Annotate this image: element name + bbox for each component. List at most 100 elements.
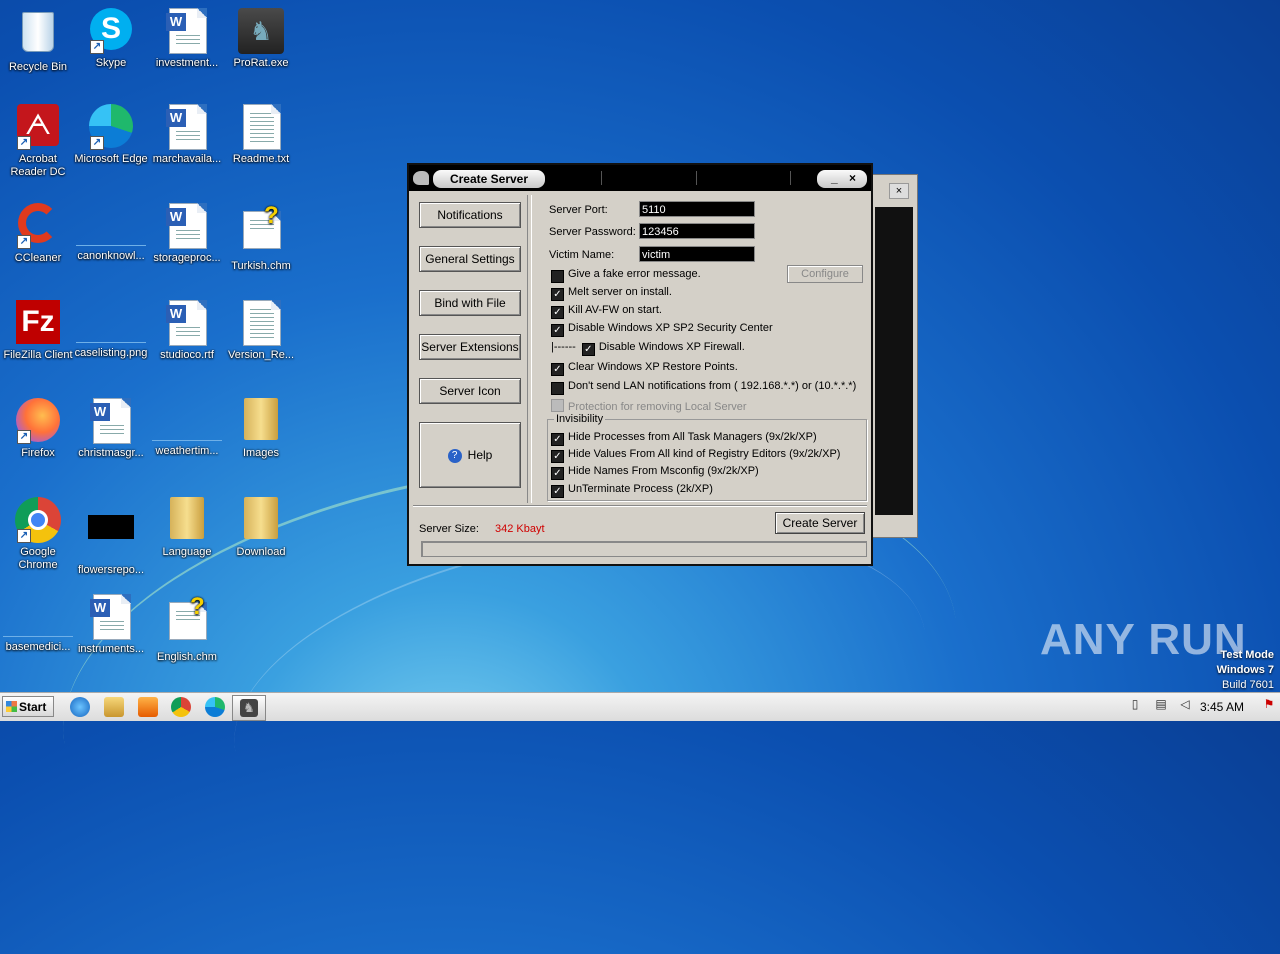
clock[interactable]: 3:45 AM — [1200, 700, 1244, 714]
file-thumbnail-icon — [76, 221, 146, 246]
chrome-taskbar-icon[interactable] — [171, 697, 191, 717]
kill-av-fw-checkbox[interactable]: ✓ Kill AV-FW on start. — [551, 304, 662, 319]
configure-button[interactable]: Configure — [787, 265, 863, 283]
desktop-icon-investment[interactable]: W investment... — [149, 8, 225, 70]
desktop-icon-images[interactable]: Images — [223, 398, 299, 460]
desktop-icon-version-re[interactable]: Version_Re... — [223, 300, 299, 362]
background-window[interactable]: × — [868, 174, 918, 538]
desktop-icon-turkish-chm[interactable]: ? Turkish.chm — [223, 203, 299, 273]
desktop-icon-prorat[interactable]: ♞ ProRat.exe — [223, 8, 299, 70]
desktop-icon-english-chm[interactable]: ? English.chm — [149, 594, 225, 664]
desktop-icon-download[interactable]: Download — [223, 497, 299, 559]
checkbox-box: ✓ — [551, 382, 564, 395]
desktop-icon-language[interactable]: Language — [149, 497, 225, 559]
desktop-icon-recycle-bin[interactable]: Recycle Bin — [0, 8, 76, 74]
taskbar: Start ♞ ▯ ▤ ◁ 3:45 AM ⚑ — [0, 692, 1280, 721]
disable-firewall-checkbox[interactable]: |------ ✓ Disable Windows XP Firewall. — [551, 341, 745, 356]
desktop-icon-storageproc[interactable]: W storageproc... — [149, 203, 225, 265]
file-thumbnail-icon — [76, 318, 146, 343]
folder-icon — [238, 497, 284, 543]
help-icon: ? — [447, 448, 462, 463]
edge-icon: ↗ — [88, 104, 134, 150]
checkbox-box: ✓ — [551, 433, 564, 446]
acrobat-icon: ᗅ ↗ — [15, 104, 61, 150]
desktop-icon-studioco[interactable]: W studioco.rtf — [149, 300, 225, 362]
checkbox-box: ✓ — [551, 450, 564, 463]
word-document-icon: W — [164, 104, 210, 150]
file-explorer-icon[interactable] — [104, 697, 124, 717]
checkbox-box: ✓ — [551, 270, 564, 283]
server-icon-button[interactable]: Server Icon — [419, 378, 521, 404]
desktop-icon-canonknowl[interactable]: canonknowl... — [73, 203, 149, 263]
lan-notifications-checkbox[interactable]: ✓ Don't send LAN notifications from ( 192… — [551, 380, 856, 395]
hide-processes-checkbox[interactable]: ✓ Hide Processes from All Task Managers (… — [551, 431, 817, 446]
desktop-icon-acrobat[interactable]: ᗅ ↗ Acrobat Reader DC — [0, 104, 76, 179]
desktop-icon-basemedici[interactable]: basemedici... — [0, 594, 76, 654]
notifications-button[interactable]: Notifications — [419, 202, 521, 228]
bind-with-file-button[interactable]: Bind with File — [419, 290, 521, 316]
close-icon[interactable]: × — [889, 183, 909, 199]
text-file-icon — [238, 300, 284, 346]
desktop-icon-flowersrepo[interactable]: flowersrepo... — [73, 497, 149, 577]
checkbox-box: ✓ — [581, 343, 595, 356]
word-document-icon: W — [88, 594, 134, 640]
fake-error-checkbox[interactable]: ✓ Give a fake error message. — [551, 268, 701, 283]
title-bar[interactable]: Create Server _ × — [409, 165, 871, 191]
prorat-taskbar-icon: ♞ — [240, 699, 258, 717]
firefox-icon: ↗ — [15, 398, 61, 444]
filezilla-icon: Fz — [15, 300, 61, 346]
start-button[interactable]: Start — [2, 696, 54, 717]
protection-removing-checkbox[interactable]: Protection for removing Local Server — [551, 399, 747, 413]
desktop-icon-chrome[interactable]: ↗ Google Chrome — [0, 497, 76, 572]
checkbox-box: ✓ — [551, 288, 564, 301]
help-file-icon: ? — [164, 595, 210, 648]
desktop-icon-marchavaila[interactable]: W marchavaila... — [149, 104, 225, 166]
window-controls: _ × — [817, 170, 867, 188]
desktop-icon-firefox[interactable]: ↗ Firefox — [0, 398, 76, 460]
file-thumbnail-icon — [3, 612, 73, 637]
server-port-input[interactable]: 5110 — [639, 201, 755, 217]
create-server-button[interactable]: Create Server — [775, 512, 865, 534]
network-icon[interactable]: ▤ — [1154, 697, 1168, 713]
hide-msconfig-names-checkbox[interactable]: ✓ Hide Names From Msconfig (9x/2k/XP) — [551, 465, 759, 480]
checkbox-box: ✓ — [551, 363, 564, 376]
word-document-icon: W — [164, 300, 210, 346]
skype-icon: S ↗ — [88, 8, 134, 54]
edge-taskbar-icon[interactable] — [205, 697, 225, 717]
horizontal-divider — [413, 505, 867, 507]
help-file-icon: ? — [238, 204, 284, 257]
help-button[interactable]: ? Help — [419, 422, 521, 488]
desktop-icon-readme[interactable]: Readme.txt — [223, 104, 299, 166]
unterminate-process-checkbox[interactable]: ✓ UnTerminate Process (2k/XP) — [551, 483, 713, 498]
checkbox-box: ✓ — [551, 485, 564, 498]
media-player-icon[interactable] — [138, 697, 158, 717]
clear-restore-points-checkbox[interactable]: ✓ Clear Windows XP Restore Points. — [551, 361, 738, 376]
close-button[interactable]: × — [849, 171, 856, 185]
disable-security-center-checkbox[interactable]: ✓ Disable Windows XP SP2 Security Center — [551, 322, 773, 337]
volume-icon[interactable]: ◁ — [1178, 697, 1192, 713]
prorat-taskbar-button[interactable]: ♞ — [232, 695, 266, 721]
server-size-label: Server Size: — [419, 523, 479, 535]
server-extensions-button[interactable]: Server Extensions — [419, 334, 521, 360]
desktop-icon-christmasgr[interactable]: W christmasgr... — [73, 398, 149, 460]
desktop-icon-filezilla[interactable]: Fz FileZilla Client — [0, 300, 76, 362]
melt-server-checkbox[interactable]: ✓ Melt server on install. — [551, 286, 672, 301]
desktop-icon-skype[interactable]: S ↗ Skype — [73, 8, 149, 70]
server-password-input[interactable]: 123456 — [639, 223, 755, 239]
victim-name-input[interactable]: victim — [639, 246, 755, 262]
checkbox-box: ✓ — [551, 467, 564, 480]
title-divider — [790, 171, 791, 185]
desktop-icon-weathertim[interactable]: weathertim... — [149, 398, 225, 458]
general-settings-button[interactable]: General Settings — [419, 246, 521, 272]
hide-registry-values-checkbox[interactable]: ✓ Hide Values From All kind of Registry E… — [551, 448, 840, 463]
desktop-icon-instruments[interactable]: W instruments... — [73, 594, 149, 656]
desktop-icon-ccleaner[interactable]: ↗ CCleaner — [0, 203, 76, 265]
desktop-icon-edge[interactable]: ↗ Microsoft Edge — [73, 104, 149, 166]
action-center-icon[interactable]: ⚑ — [1262, 697, 1276, 713]
app-logo-icon — [413, 171, 429, 185]
desktop-icon-caselisting[interactable]: caselisting.png — [73, 300, 149, 360]
tray-expand-icon[interactable]: ▯ — [1128, 697, 1142, 713]
minimize-button[interactable]: _ — [831, 171, 838, 185]
internet-explorer-icon[interactable] — [70, 697, 90, 717]
window-title: Create Server — [433, 170, 545, 188]
